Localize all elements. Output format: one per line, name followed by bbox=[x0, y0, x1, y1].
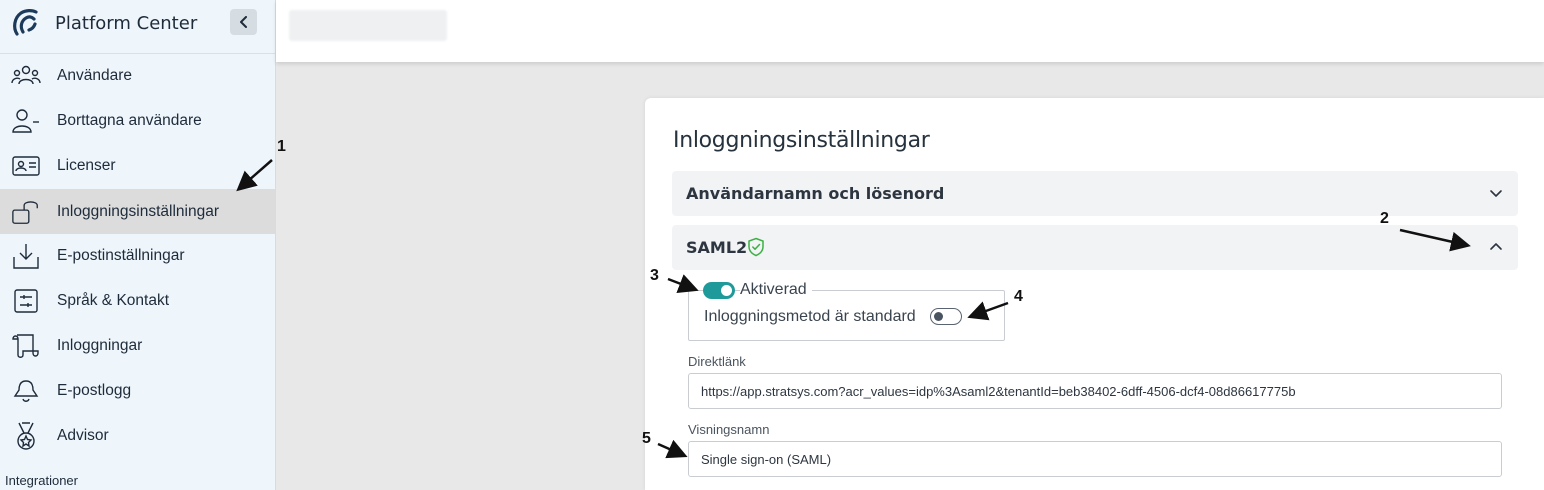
sidebar-item-language-contact[interactable]: Språk & Kontakt bbox=[0, 278, 275, 323]
unlock-icon bbox=[11, 197, 41, 227]
sidebar-header: Platform Center bbox=[0, 0, 275, 54]
annotation-number-5: 5 bbox=[642, 430, 651, 447]
sidebar-item-label: E-postinställningar bbox=[57, 246, 185, 264]
accordion-saml2[interactable]: SAML2 bbox=[672, 225, 1518, 270]
platform-logo-icon bbox=[13, 9, 38, 36]
annotation-number-2: 2 bbox=[1380, 210, 1389, 227]
accordion-title: Användarnamn och lösenord bbox=[686, 184, 945, 203]
brand-name: Platform Center bbox=[55, 13, 198, 34]
sidebar-item-logins[interactable]: Inloggningar bbox=[0, 323, 275, 368]
chevron-down-icon bbox=[1490, 190, 1502, 197]
login-settings-card: Inloggningsinställningar Användarnamn oc… bbox=[645, 98, 1544, 490]
collapse-sidebar-button[interactable] bbox=[230, 9, 257, 35]
display-name-input[interactable] bbox=[688, 441, 1502, 477]
accordion-title: SAML2 bbox=[686, 238, 748, 257]
sidebar-item-users[interactable]: Användare bbox=[0, 53, 275, 98]
section-label-integrations: Integrationer bbox=[5, 473, 78, 488]
blurred-header-content bbox=[289, 10, 447, 41]
sidebar-item-label: Användare bbox=[57, 66, 132, 84]
sidebar: Platform Center Användare Borttagna anvä… bbox=[0, 0, 276, 490]
chevron-up-icon bbox=[1490, 243, 1502, 250]
default-method-toggle[interactable] bbox=[930, 308, 962, 325]
top-bar bbox=[276, 0, 1544, 62]
enabled-label: Aktiverad bbox=[740, 281, 812, 299]
sidebar-item-licenses[interactable]: Licenser bbox=[0, 143, 275, 188]
sliders-icon bbox=[11, 286, 41, 316]
sidebar-item-deleted-users[interactable]: Borttagna användare bbox=[0, 98, 275, 143]
annotation-number-1: 1 bbox=[277, 138, 286, 155]
users-icon bbox=[11, 61, 41, 91]
sidebar-item-label: Inloggningsinställningar bbox=[57, 202, 220, 220]
annotation-number-4: 4 bbox=[1014, 288, 1023, 305]
sidebar-item-label: Borttagna användare bbox=[57, 111, 202, 129]
default-method-label: Inloggningsmetod är standard bbox=[704, 308, 916, 325]
direct-link-input[interactable] bbox=[688, 373, 1502, 409]
shield-check-icon bbox=[748, 237, 764, 257]
sidebar-item-email-log[interactable]: E-postlogg bbox=[0, 368, 275, 413]
accordion-username-password[interactable]: Användarnamn och lösenord bbox=[672, 171, 1518, 216]
sidebar-item-label: Inloggningar bbox=[57, 336, 143, 354]
direct-link-label: Direktlänk bbox=[688, 354, 746, 369]
sidebar-item-label: Språk & Kontakt bbox=[57, 291, 170, 309]
scroll-icon bbox=[11, 331, 41, 361]
annotation-number-3: 3 bbox=[650, 267, 659, 284]
sidebar-item-email-settings[interactable]: E-postinställningar bbox=[0, 233, 275, 278]
bell-icon bbox=[11, 376, 41, 406]
sidebar-item-label: Licenser bbox=[57, 156, 116, 174]
id-card-icon bbox=[11, 151, 41, 181]
user-minus-icon bbox=[11, 106, 41, 136]
medal-icon bbox=[11, 421, 41, 451]
sidebar-item-label: E-postlogg bbox=[57, 381, 132, 399]
download-tray-icon bbox=[11, 241, 41, 271]
page-title: Inloggningsinställningar bbox=[673, 128, 930, 153]
sidebar-item-login-settings[interactable]: Inloggningsinställningar bbox=[0, 189, 275, 234]
sidebar-item-label: Advisor bbox=[57, 426, 109, 444]
enabled-toggle[interactable] bbox=[703, 282, 735, 299]
display-name-label: Visningsnamn bbox=[688, 422, 770, 437]
chevron-left-icon bbox=[239, 16, 247, 28]
sidebar-item-advisor[interactable]: Advisor bbox=[0, 413, 275, 458]
